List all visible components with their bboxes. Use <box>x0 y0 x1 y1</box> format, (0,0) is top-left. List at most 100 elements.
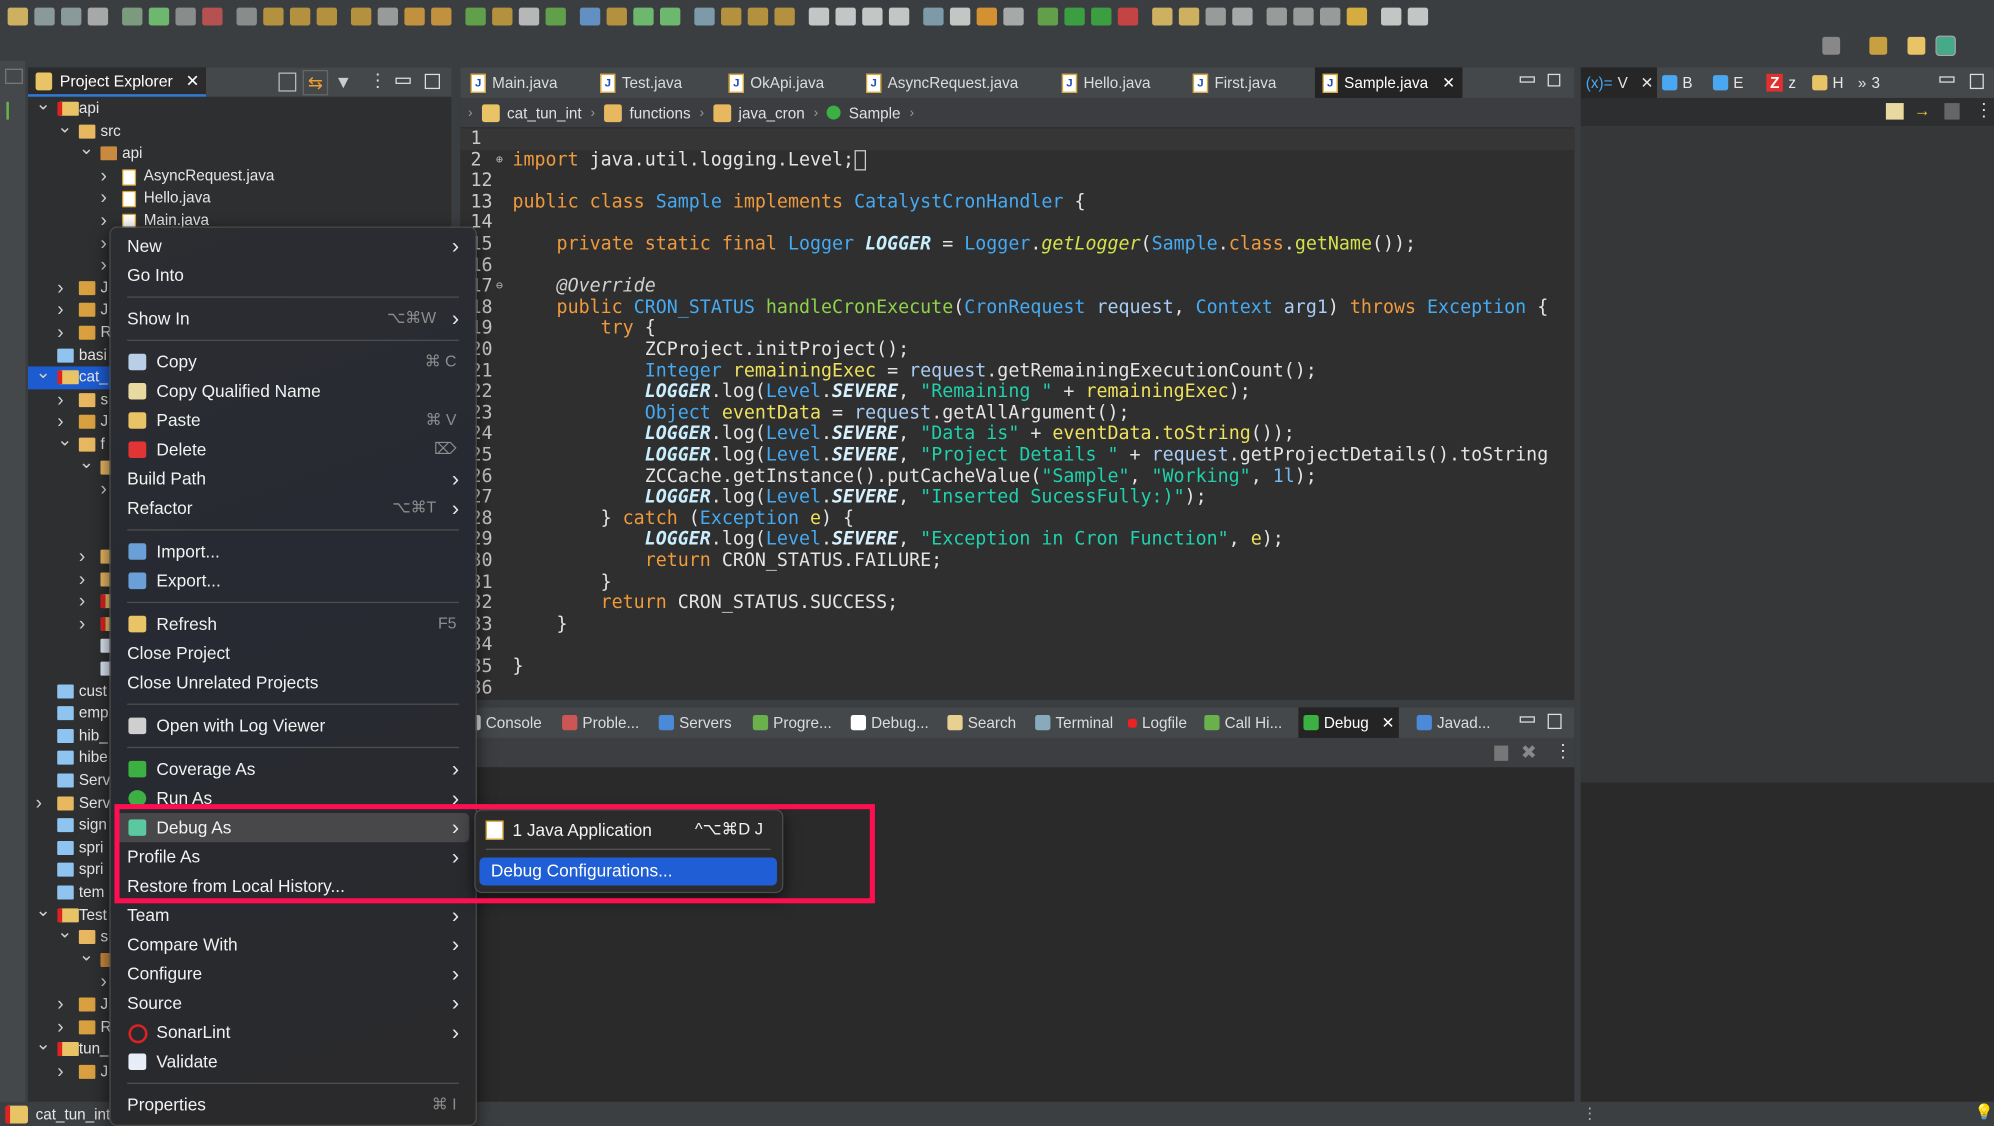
chevron-down-icon[interactable]: ⌄ <box>79 138 94 160</box>
restore-icon[interactable] <box>5 68 23 84</box>
server-icon[interactable] <box>923 7 944 26</box>
chevron-right-icon[interactable]: › <box>57 322 63 344</box>
suspend-icon[interactable] <box>175 7 196 26</box>
chevron-right-icon[interactable]: › <box>100 210 106 232</box>
terminate-icon[interactable] <box>202 7 223 26</box>
tab-proble[interactable]: Proble... <box>557 707 644 738</box>
tree-item[interactable]: ⌄ api <box>28 138 451 165</box>
code-editor[interactable]: 1 2 ⊕ import java.util.logging.Level; 12 13 pu… <box>460 127 1575 700</box>
chevron-down-icon[interactable]: ⌄ <box>36 899 51 921</box>
chevron-down-icon[interactable]: ⌄ <box>36 1033 51 1055</box>
open-task-icon[interactable] <box>694 7 715 26</box>
chevron-right-icon[interactable]: › <box>57 277 63 299</box>
tab-terminal[interactable]: Terminal <box>1030 707 1118 738</box>
open-type-icon[interactable] <box>579 7 601 26</box>
tab-search[interactable]: Search <box>942 707 1021 738</box>
tab-right-1[interactable]: B <box>1657 67 1698 98</box>
tab-first-java[interactable]: J First.java <box>1185 67 1284 98</box>
chevron-right-icon[interactable]: › <box>79 568 85 590</box>
chevron-right-icon[interactable]: › <box>591 105 596 120</box>
chevron-right-icon[interactable]: › <box>57 299 63 321</box>
chevron-down-icon[interactable]: ⌄ <box>57 429 72 451</box>
resume-icon[interactable] <box>148 7 170 26</box>
chevron-right-icon[interactable]: › <box>100 479 106 501</box>
menu-item-refactor[interactable]: Refactor ⌥⌘T › <box>117 494 469 523</box>
chevron-right-icon[interactable]: › <box>100 971 106 993</box>
menu-item-close-project[interactable]: Close Project <box>117 639 469 668</box>
tab-debug[interactable]: Debug... <box>846 707 934 738</box>
step-into-icon[interactable] <box>263 7 284 26</box>
breadcrumb-item[interactable]: functions <box>604 103 691 122</box>
menu-item-build-path[interactable]: Build Path › <box>117 464 469 493</box>
undo-icon[interactable] <box>492 7 513 26</box>
next-annotation-icon[interactable] <box>747 7 769 26</box>
menu-item-profile-as[interactable]: Profile As › <box>117 842 469 871</box>
menu-item-source[interactable]: Source › <box>117 989 469 1018</box>
save-all-icon[interactable] <box>61 7 82 26</box>
tab-test-java[interactable]: J Test.java <box>593 67 690 98</box>
open-folder-icon[interactable] <box>1152 7 1173 26</box>
tab-right-0[interactable]: (x)= V ✕ <box>1580 67 1657 98</box>
menu-item-paste[interactable]: Paste ⌘ V <box>117 406 469 435</box>
tab-right-2[interactable]: E <box>1708 67 1749 98</box>
fold-expand-icon[interactable]: ⊕ <box>496 150 503 171</box>
collapse-all-icon[interactable] <box>278 72 297 92</box>
view-menu-icon[interactable]: ⋮ <box>1554 740 1572 762</box>
close-icon[interactable]: ✕ <box>1442 74 1455 92</box>
chevron-right-icon[interactable]: › <box>79 613 85 635</box>
search-icon[interactable] <box>808 7 830 26</box>
chevron-right-icon[interactable]: › <box>100 188 106 210</box>
forward-icon[interactable] <box>1381 7 1402 26</box>
outline-icon[interactable] <box>6 101 21 120</box>
chevron-right-icon[interactable]: › <box>468 105 473 120</box>
show-type-names-icon[interactable] <box>1885 103 1904 120</box>
menu-item-export[interactable]: Export... <box>117 566 469 595</box>
filter-icon[interactable]: ▼ <box>334 71 352 91</box>
collapse-all-icon[interactable] <box>1944 103 1960 120</box>
menu-item-show-in[interactable]: Show In ⌥⌘W › <box>117 304 469 333</box>
push-icon[interactable] <box>888 7 910 26</box>
tab-main-java[interactable]: J Main.java <box>463 67 565 98</box>
menu-item-import[interactable]: Import... <box>117 537 469 566</box>
menu-item-open-with-log-viewer[interactable]: Open with Log Viewer <box>117 711 469 740</box>
minimize-icon[interactable] <box>1519 76 1535 83</box>
view-menu-icon[interactable]: ⋮ <box>369 70 387 92</box>
close-icon[interactable]: ✕ <box>1640 74 1653 92</box>
tab-sample-java[interactable]: J Sample.java ✕ <box>1314 67 1463 98</box>
new-icon[interactable] <box>7 7 28 26</box>
run-icon[interactable] <box>1064 7 1085 26</box>
maximize-icon[interactable] <box>1547 713 1562 730</box>
chevron-down-icon[interactable]: ⌄ <box>57 921 72 943</box>
publish-icon[interactable] <box>606 7 627 26</box>
tab-debug[interactable]: Debug ✕ <box>1298 707 1400 738</box>
menu-item-sonarlint[interactable]: SonarLint › <box>117 1018 469 1047</box>
menu-item-compare-with[interactable]: Compare With › <box>117 930 469 959</box>
menu-item-new[interactable]: New › <box>117 232 469 261</box>
menu-item-validate[interactable]: Validate <box>117 1047 469 1076</box>
new-package-icon[interactable] <box>431 7 452 26</box>
add-icon[interactable] <box>545 7 566 26</box>
external-tools-icon[interactable] <box>1117 7 1139 26</box>
breadcrumb-item[interactable]: java_cron <box>713 103 805 122</box>
view-menu-icon[interactable]: ⋮ <box>1975 99 1993 121</box>
new-java-project-icon[interactable] <box>404 7 425 26</box>
tree-item[interactable]: › Hello.java <box>28 188 451 210</box>
edit-icon[interactable] <box>721 7 742 26</box>
chevron-right-icon[interactable]: › <box>814 105 819 120</box>
link-with-editor-icon[interactable]: ⇆ <box>302 69 329 96</box>
tab-servers[interactable]: Servers <box>654 707 737 738</box>
tab-right-4[interactable]: H <box>1807 67 1849 98</box>
chevron-down-icon[interactable]: ⌄ <box>79 451 94 473</box>
prev-annotation-icon[interactable] <box>774 7 795 26</box>
redo-icon[interactable] <box>518 7 540 26</box>
menu-item-java-application[interactable]: 1 Java Application ^⌥⌘D J <box>485 816 771 844</box>
chevron-right-icon[interactable]: › <box>57 389 63 411</box>
tab-hello-java[interactable]: J Hello.java <box>1054 67 1158 98</box>
menu-item-debug-as[interactable]: Debug As › <box>116 812 470 843</box>
toggle-mark-icon[interactable] <box>976 7 997 26</box>
chevron-right-icon[interactable]: › <box>36 792 42 814</box>
chevron-right-icon[interactable]: › <box>100 232 106 254</box>
use-step-filters-icon[interactable] <box>377 7 399 26</box>
chevron-right-icon[interactable]: › <box>57 1061 63 1083</box>
disconnect-icon[interactable] <box>236 7 257 26</box>
